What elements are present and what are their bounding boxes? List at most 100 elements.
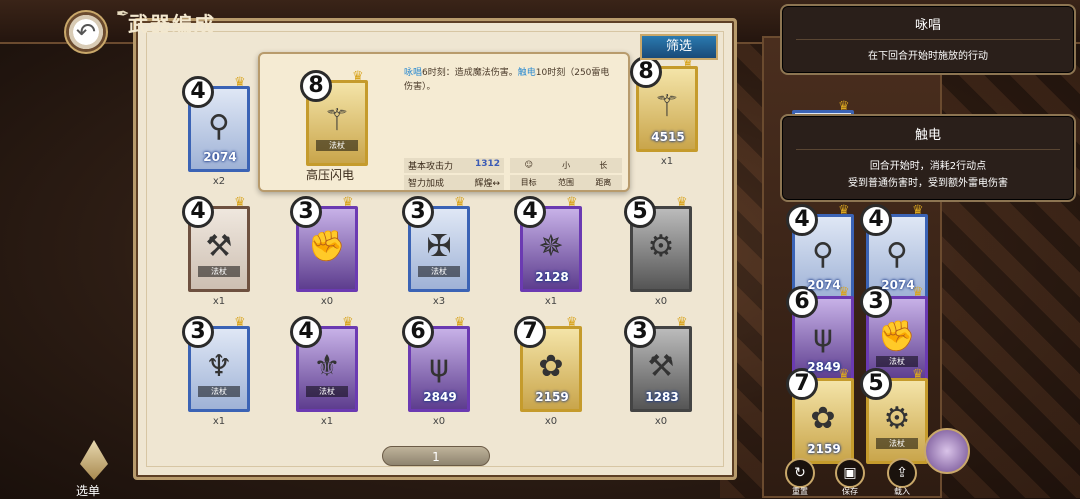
- menu-button[interactable]: 选单: [60, 440, 130, 498]
- range-label: 距离: [595, 178, 612, 187]
- staff-icon: ⚲: [886, 236, 908, 272]
- cost-badge: 3: [290, 196, 322, 228]
- range-label: 目标: [520, 178, 537, 187]
- deck-card[interactable]: 5 ♛ ⚙ 法杖: [860, 368, 928, 464]
- weapon-card[interactable]: 4 ♛ ✵ 2128: [514, 196, 582, 292]
- weapon-card[interactable]: 6 ♛ ψ 2849: [402, 316, 470, 412]
- weapon-card[interactable]: 7 ♛ ✿ 2159: [514, 316, 582, 412]
- cost-badge: 8: [300, 70, 332, 102]
- card-count: x1: [212, 416, 226, 427]
- card-type-label: 法杖: [198, 386, 240, 397]
- weapon-card[interactable]: 3 ♛ ✠ 法杖: [402, 196, 470, 292]
- card-count: x0: [654, 416, 668, 427]
- load-button[interactable]: ⇪ 载入: [884, 458, 920, 497]
- deck-card[interactable]: 4 ♛ ⚲ 2074: [786, 204, 854, 300]
- crown-icon: ♛: [566, 195, 578, 210]
- filter-button[interactable]: 筛选: [640, 34, 718, 60]
- power-value: 2074: [203, 150, 237, 164]
- card-count: x1: [544, 296, 558, 307]
- menu-gem-icon: [80, 440, 108, 480]
- weapon-card[interactable]: 4 ♛ ⚲ 2074: [182, 76, 250, 172]
- crown-icon: ♛: [912, 203, 924, 218]
- card-count: x0: [544, 416, 558, 427]
- crown-icon: ♛: [234, 315, 246, 330]
- card-type-label: 法杖: [876, 438, 918, 449]
- crown-icon: ♛: [454, 195, 466, 210]
- cost-badge: 4: [860, 204, 892, 236]
- cost-badge: 4: [182, 76, 214, 108]
- power-value: 4515: [651, 130, 685, 144]
- save-button[interactable]: ▣ 保存: [832, 458, 868, 497]
- crown-icon: ♛: [566, 315, 578, 330]
- spear-icon: ⚚: [653, 88, 681, 124]
- tooltip-line: 受到普通伤害时，受到额外雷电伤害: [848, 178, 1008, 189]
- weapon-card[interactable]: 4 ♛ ⚒ 法杖: [182, 196, 250, 292]
- card-type-label: 法杖: [198, 266, 240, 277]
- tooltip-body: 在下回合开始时施放的行动: [868, 51, 988, 62]
- keyword-shock[interactable]: 触电: [518, 68, 536, 78]
- stat-label: 基本攻击力: [408, 162, 454, 172]
- tooltip-body: 回合开始时，消耗2行动点受到普通伤害时，受到额外雷电伤害: [782, 150, 1074, 200]
- power-value: 2159: [535, 390, 569, 404]
- detail-card: 8 ♛ ⚚ 法杖: [300, 70, 368, 166]
- weapon-card[interactable]: 3 ♛ ⚒ 1283: [624, 316, 692, 412]
- hammer-icon: ⚒: [647, 348, 675, 384]
- tooltip-title: 咏唱: [796, 6, 1060, 40]
- cost-badge: 3: [182, 316, 214, 348]
- staff-icon: ⚲: [812, 236, 834, 272]
- reset-button[interactable]: ↻ 重置: [782, 458, 818, 497]
- power-value: 2128: [535, 270, 569, 284]
- cost-badge: 7: [514, 316, 546, 348]
- menu-label: 选单: [76, 484, 101, 498]
- keyword-chant[interactable]: 咏唱: [404, 68, 422, 78]
- range-info: ☺ 小 长 目标 范围 距离: [510, 158, 622, 192]
- card-type-label: 法杖: [316, 140, 358, 151]
- deck-card[interactable]: 6 ♛ ψ 2849: [786, 286, 854, 382]
- card-type-label: 法杖: [418, 266, 460, 277]
- crown-icon: ♛: [838, 99, 850, 114]
- crown-icon: ♛: [454, 315, 466, 330]
- power-value: 1283: [645, 390, 679, 404]
- cost-badge: 4: [290, 316, 322, 348]
- range-distance: 长: [599, 161, 608, 170]
- tooltip-chant: 咏唱 在下回合开始时施放的行动: [780, 4, 1076, 75]
- deck-card[interactable]: 4 ♛ ⚲ 2074: [860, 204, 928, 300]
- back-button[interactable]: ↶: [64, 10, 108, 54]
- tooltip-shock: 触电 回合开始时，消耗2行动点受到普通伤害时，受到额外雷电伤害: [780, 114, 1076, 202]
- card-count: x1: [320, 416, 334, 427]
- page-indicator[interactable]: 1: [382, 446, 490, 466]
- card-count: x0: [654, 296, 668, 307]
- weapon-card[interactable]: 3 ♛ ♆ 法杖: [182, 316, 250, 412]
- back-arrow-icon: ↶: [75, 18, 97, 46]
- reset-label: 重置: [792, 487, 808, 496]
- power-value: 2159: [807, 442, 841, 456]
- power-value: 2849: [423, 390, 457, 404]
- deck-card[interactable]: 3 ♛ ✊ 法杖: [860, 286, 928, 382]
- power-value: 2074: [807, 278, 841, 292]
- cost-badge: 3: [402, 196, 434, 228]
- stat-value: 辉煌↔: [474, 179, 500, 189]
- cost-badge: 4: [786, 204, 818, 236]
- deck-card[interactable]: 7 ♛ ✿ 2159: [786, 368, 854, 464]
- tooltip-title: 触电: [796, 116, 1060, 150]
- crown-icon: ♛: [676, 315, 688, 330]
- cost-badge: 5: [860, 368, 892, 400]
- weapon-detail-popup: 8 ♛ ⚚ 法杖 高压闪电 咏唱6时刻：造成魔法伤害。触电10时刻（250雷电伤…: [258, 52, 630, 192]
- character-avatar[interactable]: [924, 428, 970, 474]
- card-count: x0: [432, 416, 446, 427]
- gear-icon: ⚙: [647, 228, 675, 264]
- weapon-description: 咏唱6时刻：造成魔法伤害。触电10时刻（250雷电伤害）。: [404, 66, 618, 94]
- card-count: x0: [320, 296, 334, 307]
- power-value: 2074: [881, 278, 915, 292]
- weapon-card[interactable]: 5 ♛ ⚙: [624, 196, 692, 292]
- load-icon: ⇪: [887, 458, 917, 488]
- weapon-stats: 基本攻击力 1312 智力加成 辉煌↔: [404, 158, 504, 192]
- weapon-card[interactable]: 3 ♛ ✊: [290, 196, 358, 292]
- gauntlet-icon: ✊: [308, 228, 346, 264]
- weapon-card[interactable]: 8 ♛ ⚚ 4515: [630, 56, 698, 152]
- card-type-label: 法杖: [306, 386, 348, 397]
- tooltip-line: 回合开始时，消耗2行动点: [869, 161, 987, 172]
- reset-icon: ↻: [785, 458, 815, 488]
- weapon-card[interactable]: 4 ♛ ⚜ 法杖: [290, 316, 358, 412]
- crown-icon: ♛: [352, 69, 364, 84]
